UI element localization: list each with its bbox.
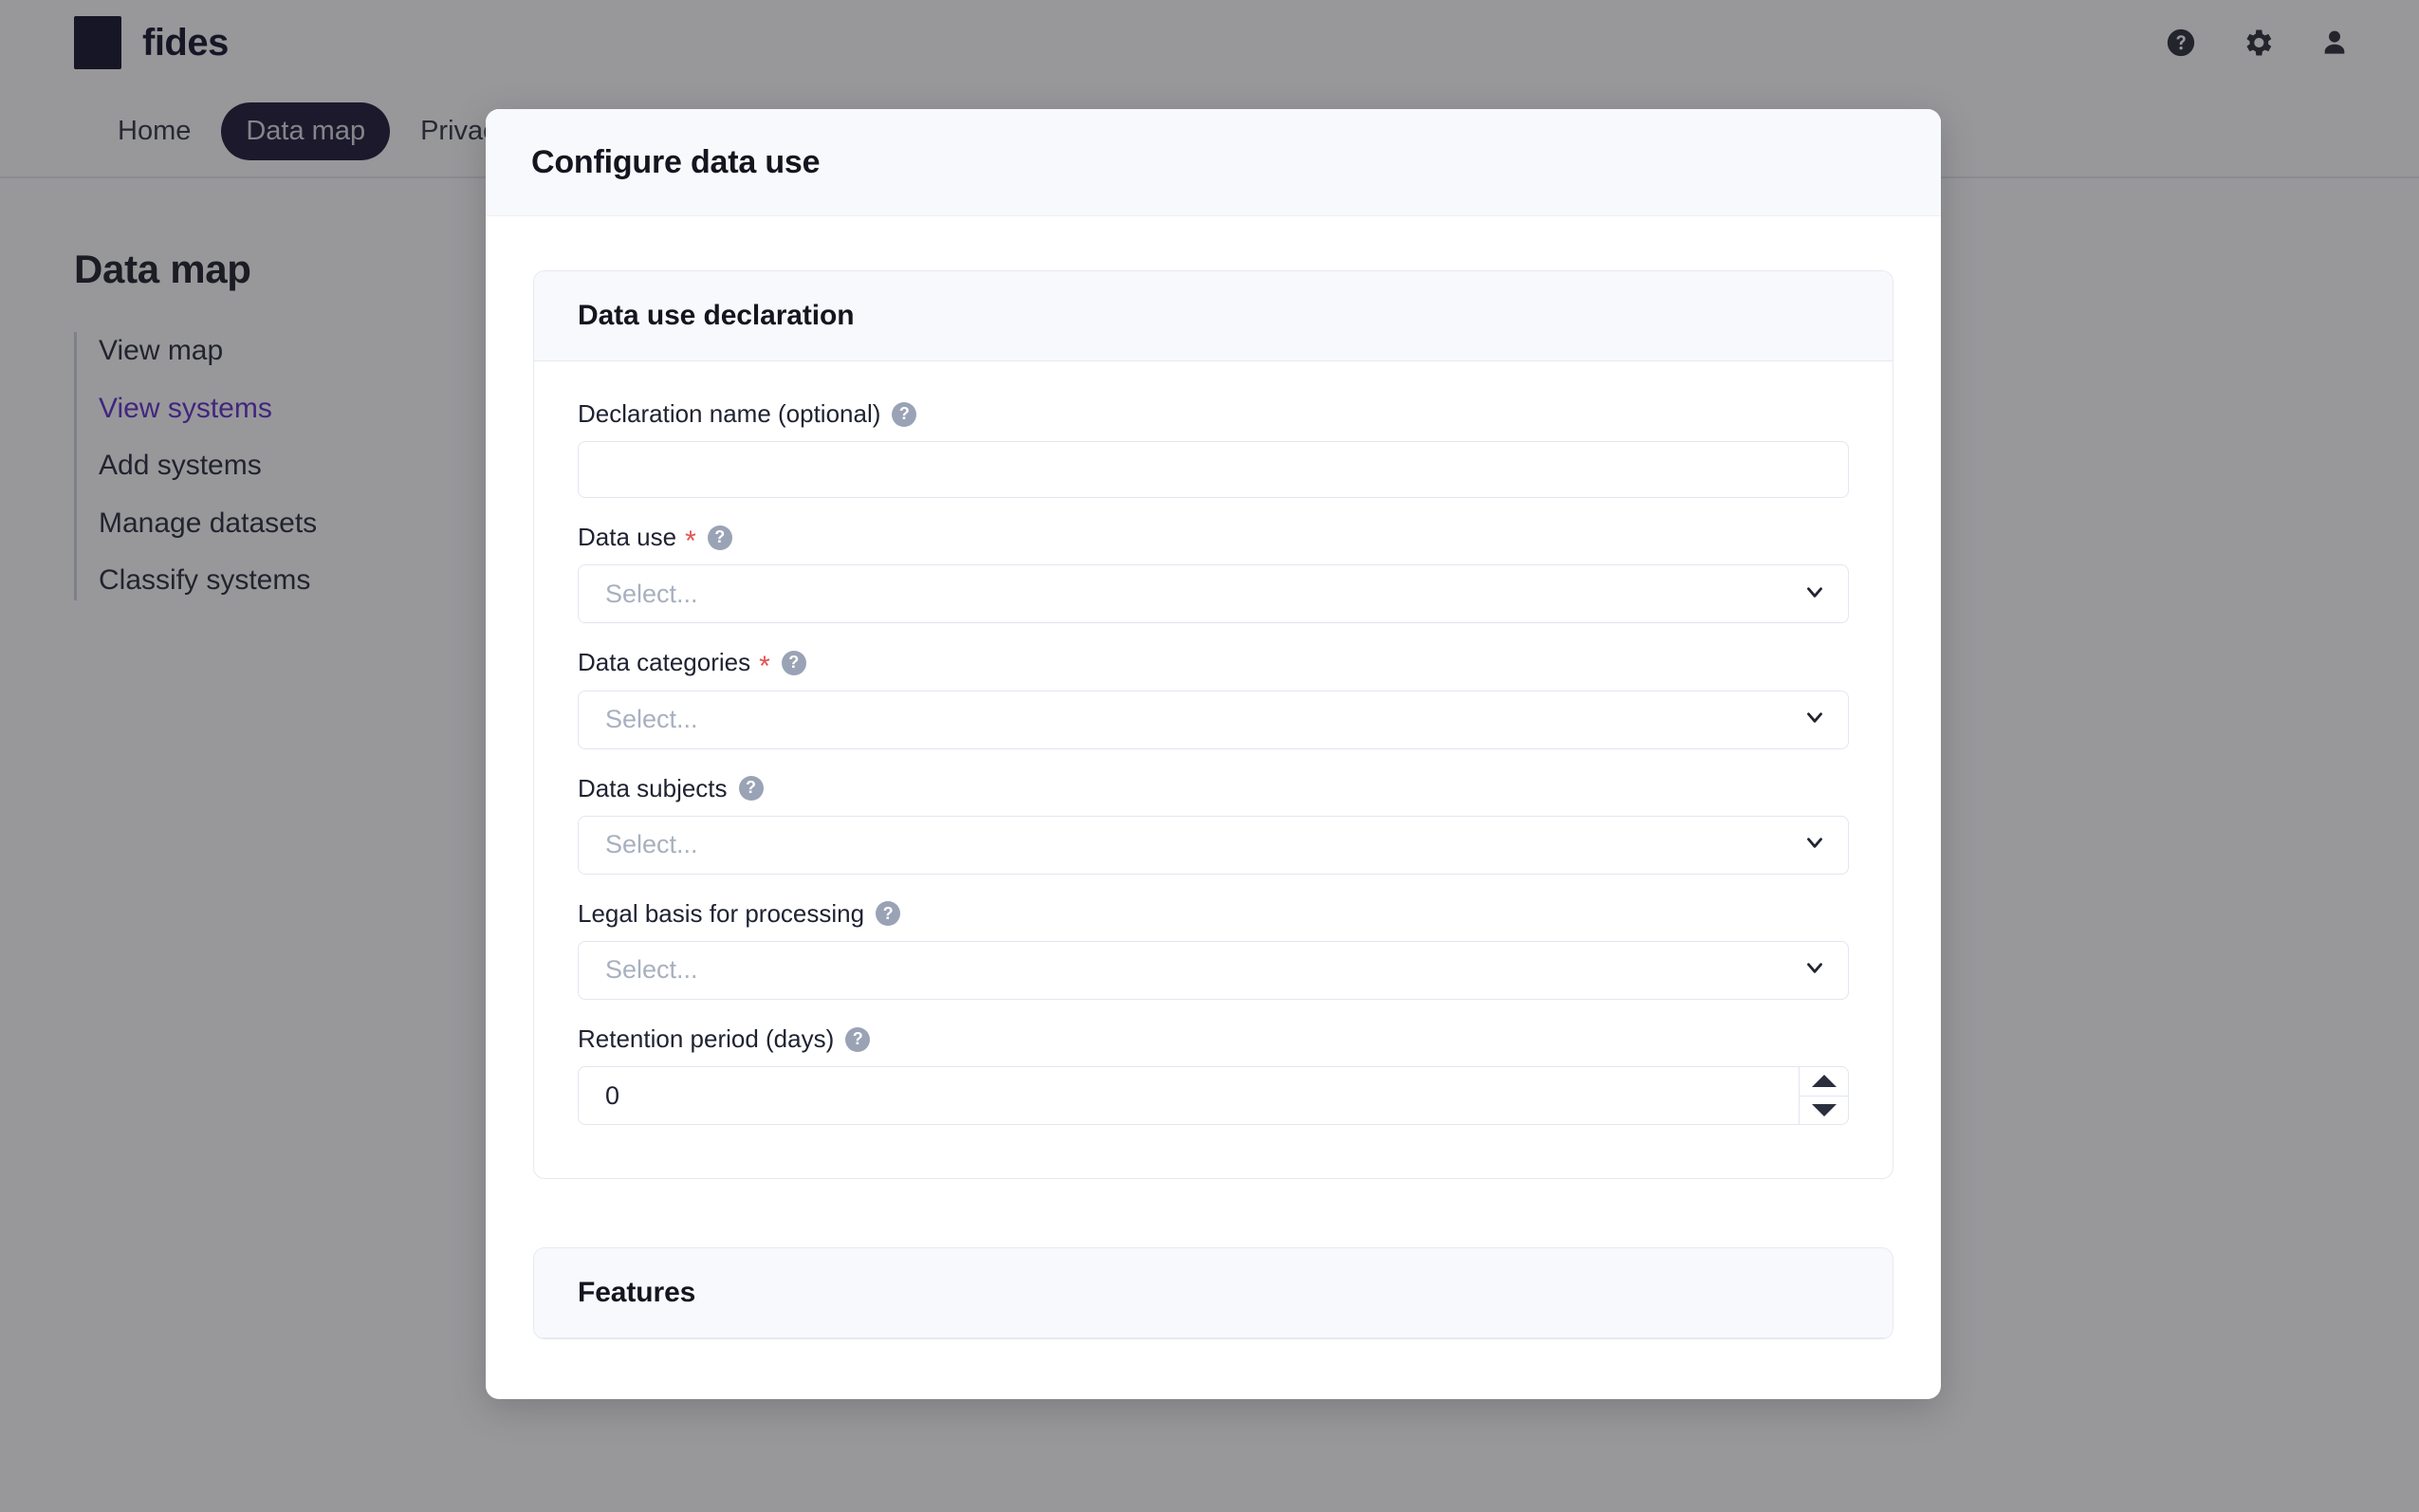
field-label-row: Declaration name (optional) ? <box>578 399 1849 429</box>
help-icon[interactable]: ? <box>781 650 806 675</box>
select-placeholder: Select... <box>605 579 698 608</box>
configure-data-use-modal: Configure data use Data use declaration … <box>486 109 1941 1399</box>
field-label-text: Data use <box>578 523 677 552</box>
help-icon[interactable]: ? <box>892 401 917 427</box>
field-label-text: Legal basis for processing <box>578 898 865 928</box>
field-data-categories: Data categories * ? Select... <box>578 648 1849 749</box>
help-icon[interactable]: ? <box>738 776 764 802</box>
chevron-down-icon <box>1802 830 1827 859</box>
chevron-down-icon <box>1802 705 1827 734</box>
field-retention-period: Retention period (days) ? 0 <box>578 1024 1849 1126</box>
declaration-name-input[interactable] <box>578 441 1849 499</box>
card-header: Data use declaration <box>534 271 1893 361</box>
field-label-text: Data subjects <box>578 773 728 802</box>
field-label-row: Data subjects ? <box>578 774 1849 803</box>
field-label-row: Data categories * ? <box>578 648 1849 680</box>
stepper-controls <box>1799 1067 1848 1125</box>
required-asterisk: * <box>685 525 696 557</box>
chevron-down-icon <box>1802 580 1827 609</box>
required-asterisk: * <box>759 650 770 682</box>
field-legal-basis: Legal basis for processing ? Select... <box>578 899 1849 1000</box>
select-placeholder: Select... <box>605 955 698 985</box>
field-label-row: Retention period (days) ? <box>578 1024 1849 1054</box>
help-icon[interactable]: ? <box>707 525 732 550</box>
card-gap <box>533 1179 1893 1247</box>
modal-header: Configure data use <box>486 109 1941 216</box>
chevron-down-icon <box>1802 955 1827 985</box>
card-body: Declaration name (optional) ? Data use *… <box>534 361 1893 1178</box>
field-label-row: Data use * ? <box>578 523 1849 555</box>
data-categories-select[interactable]: Select... <box>578 690 1849 749</box>
features-card: Features <box>533 1247 1893 1340</box>
field-label-text: Declaration name (optional) <box>578 399 881 428</box>
stepper-increment-button[interactable] <box>1800 1067 1848 1097</box>
select-placeholder: Select... <box>605 705 698 734</box>
select-placeholder: Select... <box>605 830 698 859</box>
card-title: Data use declaration <box>578 300 855 331</box>
legal-basis-select[interactable]: Select... <box>578 940 1849 1000</box>
modal-body: Data use declaration Declaration name (o… <box>486 216 1941 1340</box>
help-icon[interactable]: ? <box>845 1026 871 1052</box>
card-title: Features <box>578 1277 696 1309</box>
data-use-select[interactable]: Select... <box>578 564 1849 624</box>
field-declaration-name: Declaration name (optional) ? <box>578 399 1849 499</box>
modal-title: Configure data use <box>531 143 821 180</box>
data-subjects-select[interactable]: Select... <box>578 815 1849 875</box>
retention-period-stepper[interactable]: 0 <box>578 1066 1849 1126</box>
card-header: Features <box>534 1248 1893 1339</box>
help-icon[interactable]: ? <box>876 901 901 927</box>
field-data-subjects: Data subjects ? Select... <box>578 774 1849 875</box>
stepper-decrement-button[interactable] <box>1800 1097 1848 1125</box>
triangle-up-icon <box>1811 1075 1837 1088</box>
field-label-text: Data categories <box>578 648 751 677</box>
field-label-text: Retention period (days) <box>578 1023 835 1053</box>
field-data-use: Data use * ? Select... <box>578 523 1849 624</box>
data-use-declaration-card: Data use declaration Declaration name (o… <box>533 270 1893 1180</box>
field-label-row: Legal basis for processing ? <box>578 899 1849 929</box>
retention-period-value[interactable]: 0 <box>579 1067 1799 1124</box>
triangle-down-icon <box>1811 1103 1837 1116</box>
